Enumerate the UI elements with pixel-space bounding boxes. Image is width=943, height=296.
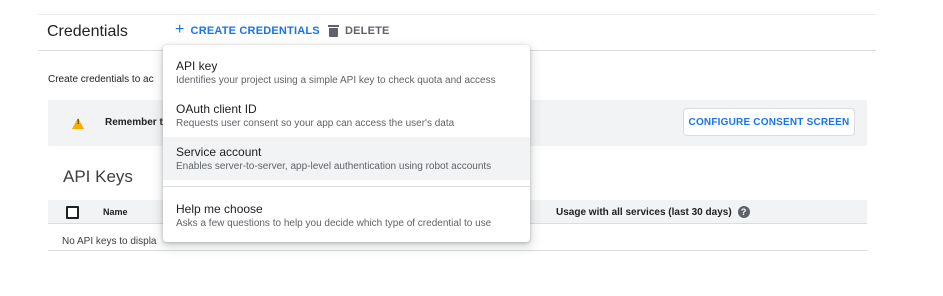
select-all-checkbox[interactable] bbox=[66, 206, 79, 219]
configure-consent-screen-button[interactable]: CONFIGURE CONSENT SCREEN bbox=[683, 108, 855, 136]
menu-item-description: Requests user consent so your app can ac… bbox=[176, 118, 455, 129]
create-credentials-menu: API key Identifies your project using a … bbox=[163, 45, 530, 242]
menu-item-description: Asks a few questions to help you decide … bbox=[176, 218, 492, 229]
menu-item-service-account[interactable]: Service account Enables server-to-server… bbox=[163, 137, 530, 180]
api-keys-title: API Keys bbox=[63, 167, 133, 186]
menu-item-help-me-choose[interactable]: Help me choose Asks a few questions to h… bbox=[163, 194, 530, 237]
menu-item-title: Service account bbox=[176, 145, 262, 159]
delete-label: DELETE bbox=[345, 25, 390, 37]
warning-icon bbox=[72, 118, 84, 129]
banner-text: Remember t bbox=[105, 117, 163, 128]
trash-icon bbox=[328, 25, 339, 37]
column-usage-header: Usage with all services (last 30 days) ? bbox=[556, 206, 750, 218]
page-title: Credentials bbox=[47, 23, 128, 40]
menu-item-title: Help me choose bbox=[176, 202, 263, 216]
column-name-header[interactable]: Name bbox=[103, 207, 128, 217]
menu-item-title: API key bbox=[176, 59, 218, 73]
create-credentials-label: CREATE CREDENTIALS bbox=[190, 25, 320, 37]
create-credentials-button[interactable]: + CREATE CREDENTIALS bbox=[175, 21, 320, 38]
empty-state-text: No API keys to displa bbox=[62, 236, 157, 247]
menu-item-api-key[interactable]: API key Identifies your project using a … bbox=[163, 51, 530, 94]
help-icon[interactable]: ? bbox=[737, 206, 750, 218]
plus-icon: + bbox=[175, 21, 185, 38]
menu-item-oauth-client-id[interactable]: OAuth client ID Requests user consent so… bbox=[163, 94, 530, 137]
delete-button[interactable]: DELETE bbox=[328, 25, 390, 37]
table-bottom-divider bbox=[48, 250, 867, 251]
menu-item-title: OAuth client ID bbox=[176, 102, 257, 116]
menu-divider bbox=[163, 186, 530, 187]
menu-item-description: Enables server-to-server, app-level auth… bbox=[176, 161, 492, 172]
menu-item-description: Identifies your project using a simple A… bbox=[176, 75, 496, 86]
intro-text: Create credentials to ac bbox=[48, 74, 154, 85]
column-usage-label: Usage with all services (last 30 days) bbox=[556, 206, 732, 218]
